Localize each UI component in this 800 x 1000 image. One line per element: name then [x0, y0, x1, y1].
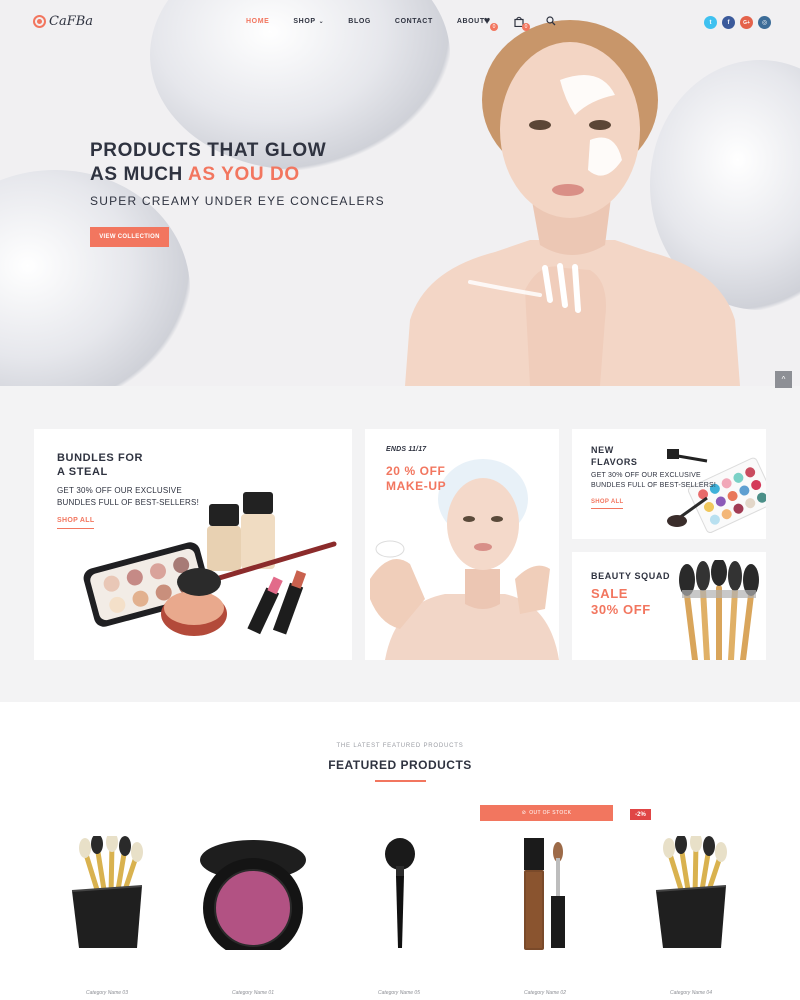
featured-title: FEATURED PRODUCTS	[328, 758, 472, 772]
nav-contact[interactable]: CONTACT	[395, 18, 433, 25]
brush-set-image	[679, 560, 759, 660]
flavors-title: NEW FLAVORS	[591, 444, 638, 468]
flavors-text: GET 30% OFF OUR EXCLUSIVE BUNDLES FULL O…	[591, 471, 716, 491]
hero-title: PRODUCTS THAT GLOW AS MUCH AS YOU DO	[90, 139, 326, 187]
lip-gloss-image	[524, 838, 565, 950]
cart-count-badge: 0	[522, 23, 530, 31]
blush-compact-image	[200, 840, 306, 950]
twitter-icon[interactable]: t	[704, 16, 717, 29]
flavors-title-line1: NEW	[591, 445, 614, 455]
brush-holder-image	[71, 836, 143, 948]
title-divider	[375, 780, 426, 782]
chevron-up-icon: ^	[781, 375, 786, 384]
view-collection-button[interactable]: VIEW COLLECTION	[90, 227, 169, 247]
search-icon	[546, 16, 556, 26]
bundles-title-line2: A STEAL	[57, 466, 108, 478]
hero-subtitle: SUPER CREAMY UNDER EYE CONCEALERS	[90, 194, 385, 208]
nav-blog[interactable]: BLOG	[348, 18, 371, 25]
search-button[interactable]	[544, 14, 558, 28]
nav-contact-label: CONTACT	[394, 18, 433, 25]
hero-title-line2: AS MUCH	[90, 164, 189, 185]
promo-card-beauty-squad[interactable]: BEAUTY SQUAD SALE 30% OFF	[572, 552, 766, 660]
brand-name: CaFBa	[49, 14, 94, 29]
product-category[interactable]: Category Name 03	[34, 990, 180, 996]
promo-card-makeup[interactable]: ENDS 11/17 20 % OFF MAKE-UP	[365, 429, 559, 660]
makeup-ends-date: ENDS 11/17	[386, 446, 427, 453]
product-category[interactable]: Category Name 04	[618, 990, 764, 996]
featured-kicker: THE LATEST FEATURED PRODUCTS	[336, 743, 464, 749]
logo-icon	[33, 15, 46, 28]
wishlist-count-badge: 0	[490, 23, 498, 31]
nav-home[interactable]: HOME	[246, 18, 269, 25]
product-category[interactable]: Category Name 01	[180, 990, 326, 996]
beauty-squad-offer: SALE 30% OFF	[591, 586, 651, 618]
wishlist-button[interactable]: ♥ 0	[480, 14, 498, 31]
hero-model-image	[405, 20, 740, 386]
featured-products-section: THE LATEST FEATURED PRODUCTS FEATURED PR…	[0, 702, 800, 1000]
product-card[interactable]: Category Name 02	[472, 802, 618, 998]
main-nav: HOME SHOP ⌄ BLOG CONTACT ABOUT	[246, 18, 509, 25]
product-card[interactable]: Category Name 03	[34, 802, 180, 998]
site-header: CaFBa HOME SHOP ⌄ BLOG CONTACT ABOUT ♥ 0 …	[0, 0, 800, 44]
out-of-stock-badge: ⊘ OUT OF STOCK	[480, 805, 613, 821]
makeup-offer: 20 % OFF MAKE-UP	[386, 464, 446, 494]
nav-shop[interactable]: SHOP ⌄	[293, 18, 324, 25]
flavors-text-line1: GET 30% OFF OUR EXCLUSIVE	[591, 472, 701, 479]
makeup-kit-image	[83, 492, 337, 636]
nav-blog-label: BLOG	[348, 18, 371, 25]
hero-banner: PRODUCTS THAT GLOW AS MUCH AS YOU DO SUP…	[0, 0, 800, 386]
beauty-squad-offer-line2: 30% OFF	[591, 602, 651, 617]
alert-icon: ⊘	[521, 810, 527, 816]
bundles-title: BUNDLES FOR A STEAL	[57, 451, 143, 479]
product-category[interactable]: Category Name 05	[326, 990, 472, 996]
beauty-squad-offer-line1: SALE	[591, 586, 629, 601]
brand-logo[interactable]: CaFBa	[33, 14, 93, 29]
discount-badge: -2%	[630, 809, 651, 820]
makeup-offer-line2: MAKE-UP	[386, 479, 447, 493]
nav-shop-label: SHOP	[293, 18, 316, 25]
eyeshadow-palette-image	[667, 449, 766, 533]
product-card[interactable]: Category Name 05	[326, 802, 472, 998]
flavors-title-line2: FLAVORS	[591, 457, 638, 467]
promo-section: BUNDLES FOR A STEAL GET 30% OFF OUR EXCL…	[0, 386, 800, 702]
social-links: t f G+ ◎	[704, 16, 771, 29]
flavors-shop-all-link[interactable]: SHOP ALL	[591, 499, 624, 509]
product-card[interactable]: Category Name 04	[618, 802, 764, 998]
scroll-to-top-button[interactable]: ^	[775, 371, 792, 388]
makeup-brush-image	[385, 838, 415, 948]
cart-button[interactable]: 0	[512, 14, 530, 31]
product-category[interactable]: Category Name 02	[472, 990, 618, 996]
header-actions: ♥ 0 0	[480, 14, 558, 31]
brush-holder-image	[655, 836, 727, 948]
instagram-icon[interactable]: ◎	[758, 16, 771, 29]
bundles-title-line1: BUNDLES FOR	[57, 452, 144, 464]
out-of-stock-label: OUT OF STOCK	[529, 810, 572, 816]
beauty-squad-title: BEAUTY SQUAD	[591, 571, 671, 581]
chevron-down-icon: ⌄	[318, 19, 325, 25]
makeup-offer-line1: 20 % OFF	[386, 464, 446, 478]
promo-card-bundles[interactable]: BUNDLES FOR A STEAL GET 30% OFF OUR EXCL…	[34, 429, 352, 660]
facebook-icon[interactable]: f	[722, 16, 735, 29]
nav-home-label: HOME	[246, 18, 270, 25]
product-card[interactable]: Category Name 01	[180, 802, 326, 998]
google-plus-icon[interactable]: G+	[740, 16, 753, 29]
hero-title-accent: AS YOU DO	[188, 164, 300, 185]
hero-title-line1: PRODUCTS THAT GLOW	[90, 140, 327, 161]
promo-card-flavors[interactable]: NEW FLAVORS GET 30% OFF OUR EXCLUSIVE BU…	[572, 429, 766, 539]
flavors-text-line2: BUNDLES FULL OF BEST-SELLERS!	[591, 482, 716, 489]
